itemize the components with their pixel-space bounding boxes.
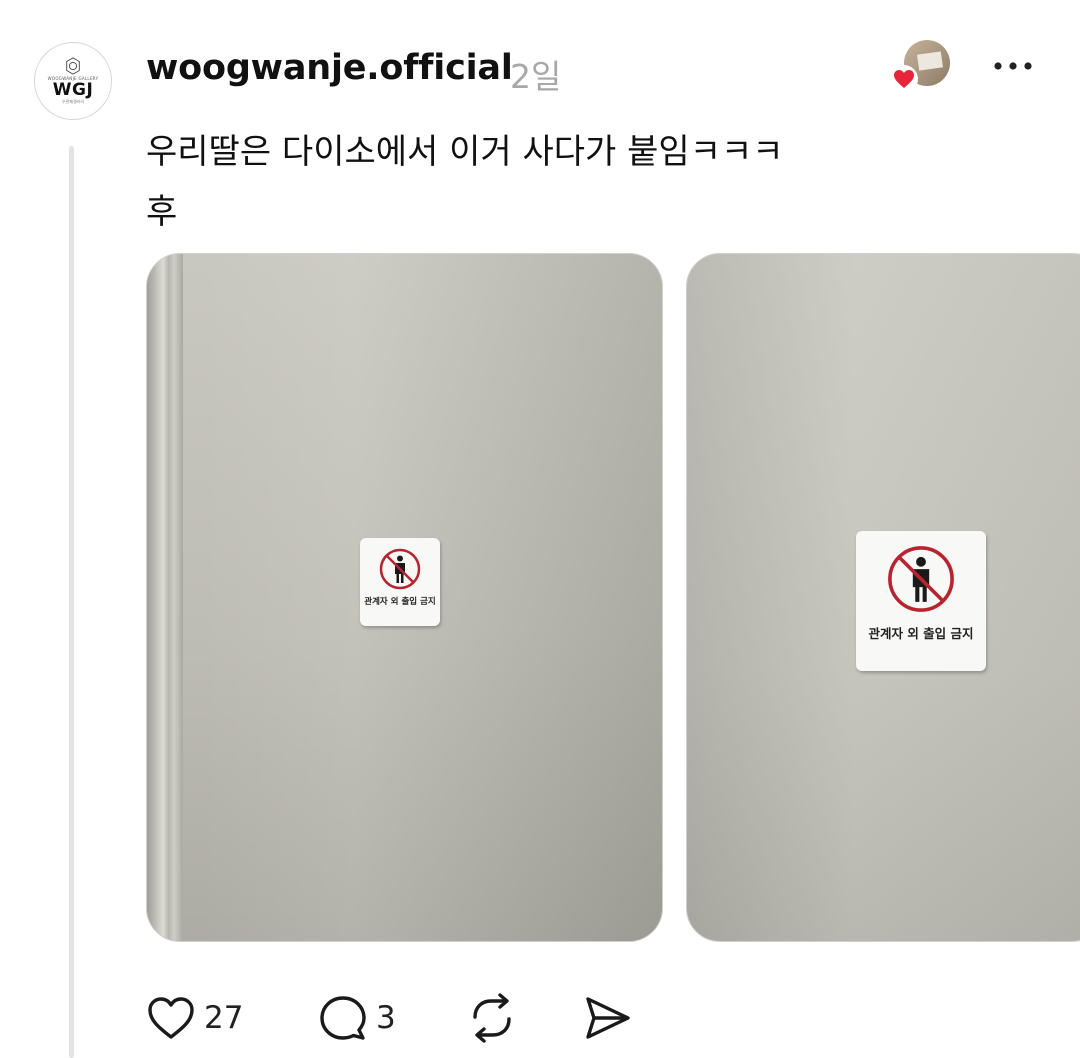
photo-2[interactable]: 관계자 외 출입 금지 (686, 253, 1080, 942)
post-text: 우리딸은 다이소에서 이거 사다가 붙임ㅋㅋㅋ 후 (146, 122, 784, 242)
repost-button[interactable] (466, 990, 518, 1046)
post-text-line-1: 우리딸은 다이소에서 이거 사다가 붙임ㅋㅋㅋ (146, 132, 784, 172)
like-button[interactable]: 27 (146, 990, 243, 1046)
reactor-avatar-photo (917, 51, 943, 71)
comment-count: 3 (376, 1000, 396, 1036)
post-text-line-2: 후 (146, 192, 178, 232)
thread-line (69, 146, 74, 1058)
gallery-logo-icon (66, 57, 80, 75)
no-entry-icon (379, 548, 421, 590)
action-bar: 27 3 (146, 990, 666, 1046)
username[interactable]: woogwanje.official (146, 48, 513, 88)
like-count: 27 (204, 1000, 244, 1036)
no-entry-sign: 관계자 외 출입 금지 (856, 531, 986, 671)
heart-badge-icon (890, 65, 918, 93)
avatar[interactable]: WOOGWANJE GALLERY WGJ 우관제갤러리 (34, 42, 112, 120)
avatar-logo-text: WGJ (52, 80, 94, 100)
comment-button[interactable]: 3 (318, 990, 396, 1046)
no-entry-sign: 관계자 외 출입 금지 (360, 538, 440, 626)
sign-text: 관계자 외 출입 금지 (868, 626, 974, 641)
heart-icon (148, 997, 194, 1039)
repost-icon (473, 993, 511, 1043)
share-button[interactable] (582, 990, 632, 1046)
comment-icon (320, 996, 366, 1040)
timestamp[interactable]: 2일 (510, 50, 561, 98)
door-frame (147, 254, 183, 941)
no-entry-icon (888, 546, 954, 612)
avatar-script: 우관제갤러리 (61, 99, 85, 104)
share-icon (586, 997, 630, 1039)
photo-1[interactable]: 관계자 외 출입 금지 (146, 253, 663, 942)
sign-text: 관계자 외 출입 금지 (364, 597, 436, 607)
more-icon[interactable] (992, 56, 1036, 76)
